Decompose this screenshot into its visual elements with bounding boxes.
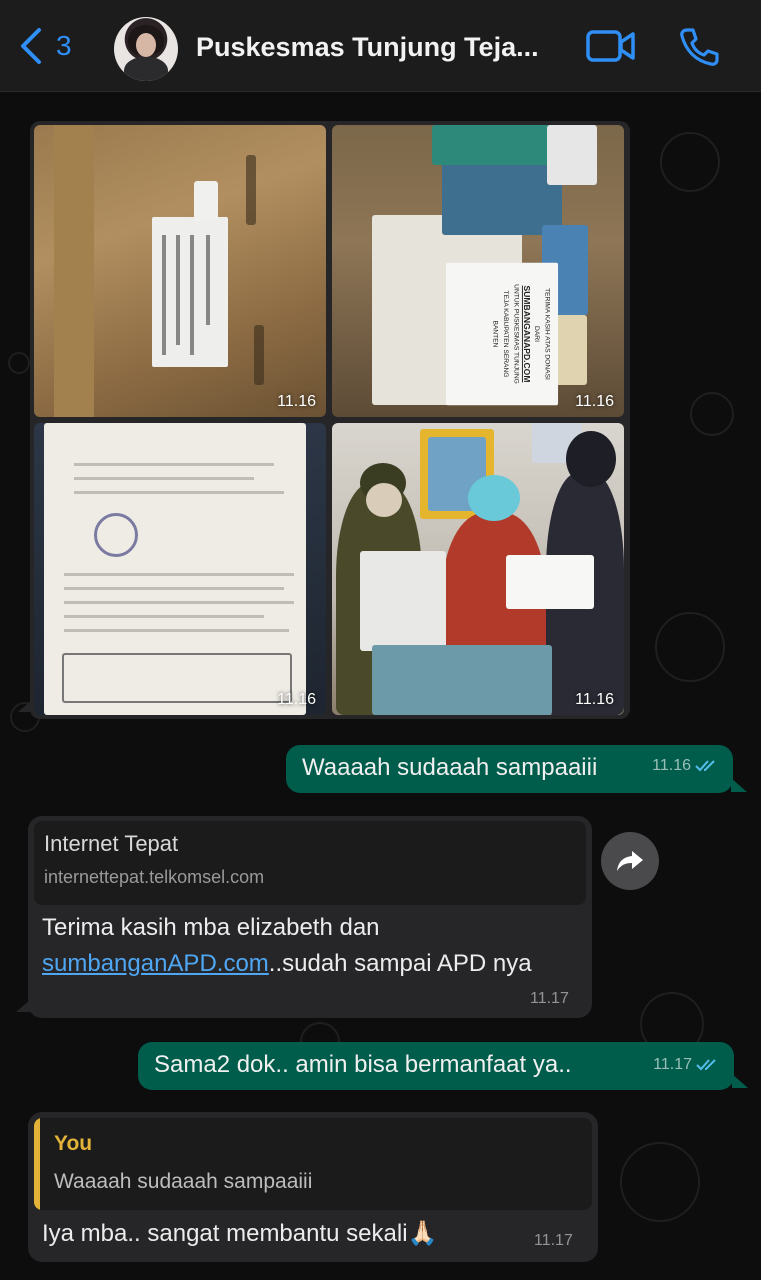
unread-count: 3 xyxy=(56,30,72,61)
photo-time: 11.16 xyxy=(575,691,614,708)
quoted-message[interactable]: You Waaaah sudaaah sampaaiii xyxy=(34,1118,592,1210)
package-photo[interactable]: 11.16 xyxy=(34,125,326,417)
bubble-tail xyxy=(732,1074,748,1088)
note-line: TERIMA KASIH ATAS DONASI xyxy=(543,288,551,380)
note-line: SUMBANGANAPD.COM xyxy=(521,285,532,383)
photo-time: 11.16 xyxy=(277,393,316,410)
bubble-tail xyxy=(731,778,747,792)
back-button[interactable]: 3 xyxy=(18,26,72,66)
quote-text: Waaaah sudaaah sampaaiii xyxy=(54,1170,313,1193)
link-preview-host: internettepat.telkomsel.com xyxy=(44,867,265,887)
quote-accent-bar xyxy=(34,1118,40,1210)
message-text-part: ..sudah sampai APD nya xyxy=(268,950,532,977)
photo-time: 11.16 xyxy=(277,691,316,708)
quote-author: You xyxy=(54,1132,93,1155)
video-call-icon[interactable] xyxy=(586,26,636,71)
note-line: UNTUK PUSKESMAS TUNJUNG xyxy=(512,284,520,384)
double-check-icon xyxy=(695,760,715,772)
chat-header: 3 Puskesmas Tunjung Teja... xyxy=(0,0,761,92)
double-check-icon xyxy=(696,1059,716,1071)
message-time: 11.17 xyxy=(530,990,569,1007)
link-preview[interactable]: Internet Tepat internettepat.telkomsel.c… xyxy=(34,821,586,905)
message-time: 11.17 xyxy=(653,1056,692,1073)
message-text: Sama2 dok.. amin bisa bermanfaat ya.. xyxy=(154,1051,572,1078)
link-preview-title: Internet Tepat xyxy=(44,831,179,856)
chat-title[interactable]: Puskesmas Tunjung Teja... xyxy=(196,32,539,63)
message-time: 11.17 xyxy=(534,1232,573,1249)
note-line: DARI xyxy=(533,326,540,342)
message-meta: 11.16 xyxy=(652,749,719,783)
letter-photo[interactable]: 11.16 xyxy=(34,423,326,715)
message-text: Terima kasih mba elizabeth dan sumbangan… xyxy=(42,910,582,982)
note-line: TEJA KABUPATEN SERANG xyxy=(502,290,509,378)
message-text: Iya mba.. sangat membantu sekali🙏🏻 xyxy=(42,1220,438,1247)
forward-button[interactable] xyxy=(601,832,659,890)
message-text-part: Terima kasih mba elizabeth dan xyxy=(42,914,380,941)
chevron-left-icon xyxy=(21,28,41,64)
note-line: BANTEN xyxy=(491,320,499,348)
photo-time: 11.16 xyxy=(575,393,614,410)
message-meta: 11.17 xyxy=(653,1048,720,1082)
message-time: 11.16 xyxy=(652,757,691,774)
message-text: Waaaah sudaaah sampaaiii xyxy=(302,754,598,781)
donation-note: TERIMA KASIH ATAS DONASI DARI SUMBANGANA… xyxy=(445,262,559,406)
voice-call-icon[interactable] xyxy=(678,26,720,73)
avatar[interactable] xyxy=(114,17,178,81)
staff-photo[interactable]: 11.16 xyxy=(332,423,624,715)
forward-icon xyxy=(617,851,643,871)
outgoing-message[interactable]: Sama2 dok.. amin bisa bermanfaat ya.. 11… xyxy=(138,1042,734,1090)
outgoing-message[interactable]: Waaaah sudaaah sampaaiii 11.16 xyxy=(286,745,733,793)
donation-box-photo[interactable]: TERIMA KASIH ATAS DONASI DARI SUMBANGANA… xyxy=(332,125,624,417)
message-link[interactable]: sumbanganAPD.com xyxy=(42,950,269,977)
photo-album: 11.16 TERIMA KASIH ATAS DONASI DARI SUMB… xyxy=(30,121,630,719)
